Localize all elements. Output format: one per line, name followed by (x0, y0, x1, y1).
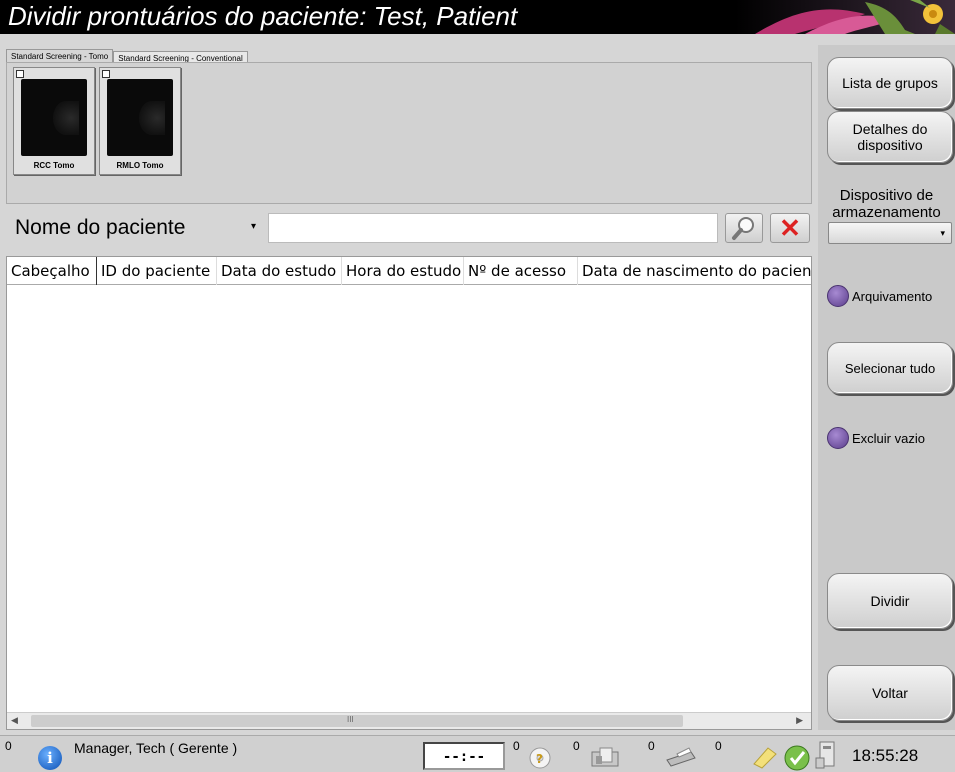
delete-empty-label: Excluir vazio (852, 430, 925, 446)
scroll-right-icon[interactable]: ▶ (796, 715, 803, 726)
archive-option[interactable]: Arquivamento (827, 285, 932, 307)
back-button[interactable]: Voltar (827, 665, 953, 721)
device-details-button[interactable]: Detalhes do dispositivo (827, 111, 953, 163)
column-header[interactable]: ID do paciente (97, 257, 217, 285)
mammogram-image (21, 79, 87, 156)
flower-banner-image (735, 0, 955, 34)
search-field-value: Nome do paciente (15, 216, 186, 239)
search-field-dropdown[interactable]: Nome do paciente ▾ (9, 213, 262, 243)
media-count: 0 (573, 739, 580, 753)
protocol-tabs: Standard Screening - Tomo Standard Scree… (6, 49, 248, 63)
window-title: Dividir prontuários do paciente: Test, P… (8, 1, 518, 31)
print-count: 0 (648, 739, 655, 753)
storage-device-dropdown[interactable]: ▾ (828, 222, 952, 244)
archive-label: Arquivamento (852, 288, 933, 304)
clear-search-button[interactable]: ✕ (770, 213, 810, 243)
patient-table: Cabeçalho ID do paciente Data do estudo … (6, 256, 812, 730)
mammogram-image (107, 79, 173, 156)
magnifier-icon (732, 217, 754, 240)
right-panel: Lista de grupos Detalhes do dispositivo … (818, 45, 955, 730)
help-disc-icon[interactable]: ? (527, 744, 553, 770)
table-header: Cabeçalho ID do paciente Data do estudo … (7, 257, 811, 285)
column-header[interactable]: Hora do estudo (342, 257, 464, 285)
split-button[interactable]: Dividir (827, 573, 953, 629)
check-status-icon[interactable] (783, 744, 811, 772)
thumbnail-label: RMLO Tomo (116, 161, 164, 170)
tab-standard-screening-tomo[interactable]: Standard Screening - Tomo (6, 49, 114, 63)
network-icon[interactable] (814, 740, 840, 770)
thumbnail-label: RCC Tomo (33, 161, 75, 170)
thumbnail-checkbox[interactable] (102, 70, 110, 78)
clock: 18:55:28 (852, 746, 919, 765)
printer-icon[interactable] (663, 744, 699, 770)
info-icon[interactable]: i (38, 746, 62, 770)
group-list-button[interactable]: Lista de grupos (827, 57, 953, 109)
thumbnail-rmlo-tomo[interactable]: RMLO Tomo (99, 67, 181, 175)
select-all-button[interactable]: Selecionar tudo (827, 342, 953, 394)
notes-count: 0 (715, 739, 722, 753)
scrollbar-thumb[interactable]: III (31, 715, 683, 727)
red-x-icon: ✕ (779, 213, 801, 243)
svg-text:?: ? (536, 752, 543, 766)
radio-icon (827, 285, 849, 307)
search-button[interactable] (725, 213, 763, 243)
scroll-left-icon[interactable]: ◀ (11, 715, 18, 726)
column-header[interactable]: Cabeçalho (7, 257, 97, 285)
help-count: 0 (513, 739, 520, 753)
media-device-icon[interactable] (588, 744, 624, 770)
timer-display: --:-- (423, 742, 505, 770)
column-header[interactable]: Data de nascimento do paciente (578, 257, 811, 285)
status-bar: 0 i Manager, Tech ( Gerente ) --:-- 0 ? … (0, 735, 955, 772)
dropdown-arrow-icon: ▾ (250, 221, 256, 232)
app-window: Dividir prontuários do paciente: Test, P… (0, 0, 955, 772)
horizontal-scrollbar[interactable]: ◀ III ▶ (7, 712, 811, 729)
scrollbar-grip: III (347, 715, 354, 724)
current-user: Manager, Tech ( Gerente ) (74, 740, 238, 756)
column-header[interactable]: Nº de acesso (464, 257, 578, 285)
column-header[interactable]: Data do estudo (217, 257, 342, 285)
search-input[interactable] (268, 213, 718, 243)
thumbnail-area: RCC Tomo RMLO Tomo (6, 62, 812, 204)
thumbnail-rcc-tomo[interactable]: RCC Tomo (13, 67, 95, 175)
alerts-count: 0 (5, 739, 12, 753)
note-icon[interactable] (750, 744, 778, 770)
radio-icon (827, 427, 849, 449)
title-bar: Dividir prontuários do paciente: Test, P… (0, 0, 955, 34)
thumbnail-checkbox[interactable] (16, 70, 24, 78)
storage-device-label: Dispositivo de armazenamento (832, 187, 941, 221)
dropdown-arrow-icon: ▾ (940, 228, 945, 238)
delete-empty-option[interactable]: Excluir vazio (827, 427, 925, 449)
